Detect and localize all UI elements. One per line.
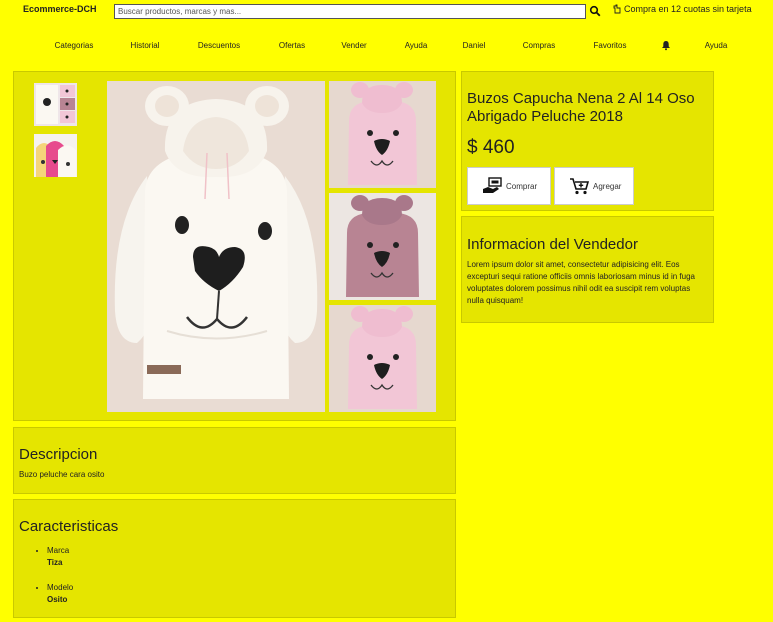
mauve-hoodie-image: [329, 193, 436, 300]
nav-descuentos[interactable]: Descuentos: [198, 41, 240, 50]
side-photo-1[interactable]: [329, 81, 436, 188]
nav-user[interactable]: Daniel: [463, 41, 486, 50]
pink-hoodie-image: [329, 81, 436, 188]
thumbnail-2[interactable]: [34, 134, 77, 177]
feature-value: Tiza: [47, 558, 63, 567]
nav-ayuda-2[interactable]: Ayuda: [705, 41, 728, 50]
side-photo-2[interactable]: [329, 193, 436, 300]
product-price: $ 460: [467, 137, 515, 158]
thumbnail-1[interactable]: [34, 83, 77, 126]
buy-label: Comprar: [506, 181, 538, 191]
feature-item: Marca Tiza: [47, 545, 73, 569]
feature-item: Modelo Osito: [47, 582, 73, 606]
nav-categorias[interactable]: Categorias: [55, 41, 94, 50]
hand-money-icon: [483, 177, 502, 193]
features-heading: Caracteristicas: [19, 518, 119, 535]
add-label: Agregar: [593, 181, 622, 191]
brand-logo[interactable]: Ecommerce-DCH: [23, 4, 97, 14]
feature-label: Modelo: [47, 583, 74, 592]
buy-panel: Buzos Capucha Nena 2 Al 14 Oso Abrigado …: [461, 71, 714, 211]
nav-historial[interactable]: Historial: [131, 41, 160, 50]
feature-label: Marca: [47, 546, 70, 555]
description-text: Buzo peluche cara osito: [19, 470, 105, 479]
main-nav: Categorias Historial Descuentos Ofertas …: [0, 38, 773, 54]
nav-ofertas[interactable]: Ofertas: [279, 41, 305, 50]
bell-icon[interactable]: [661, 40, 671, 51]
thumbnail-image: [34, 134, 77, 177]
description-heading: Descripcion: [19, 446, 98, 463]
nav-compras[interactable]: Compras: [523, 41, 555, 50]
cart-add-icon: [570, 178, 589, 195]
promo-banner[interactable]: Compra en 12 cuotas sin tarjeta: [612, 4, 752, 14]
side-photo-3[interactable]: [329, 305, 436, 412]
add-to-cart-button[interactable]: Agregar: [554, 167, 634, 205]
hand-pointer-icon: [613, 4, 621, 14]
main-product-photo[interactable]: [107, 81, 325, 412]
nav-vender[interactable]: Vender: [341, 41, 366, 50]
seller-heading: Informacion del Vendedor: [467, 236, 638, 253]
feature-value: Osito: [47, 595, 68, 604]
seller-text: Lorem ipsum dolor sit amet, consectetur …: [467, 260, 695, 305]
features-panel: Caracteristicas Marca Tiza Modelo Osito: [13, 499, 456, 618]
description-panel: Descripcion Buzo peluche cara osito: [13, 427, 456, 494]
nav-ayuda[interactable]: Ayuda: [405, 41, 428, 50]
hoodie-image: [107, 81, 325, 412]
promo-text: Compra en 12 cuotas sin tarjeta: [624, 4, 752, 14]
search-icon[interactable]: [589, 5, 601, 17]
thumbnail-image: [34, 83, 77, 126]
seller-panel: Informacion del Vendedor Lorem ipsum dol…: [461, 216, 714, 323]
product-gallery: [13, 71, 456, 421]
features-list: Marca Tiza Modelo Osito: [36, 545, 73, 619]
pink-hoodie-image: [329, 305, 436, 412]
product-title: Buzos Capucha Nena 2 Al 14 Oso Abrigado …: [467, 90, 695, 125]
nav-favoritos[interactable]: Favoritos: [594, 41, 627, 50]
search-input[interactable]: [114, 4, 586, 19]
buy-button[interactable]: Comprar: [467, 167, 551, 205]
